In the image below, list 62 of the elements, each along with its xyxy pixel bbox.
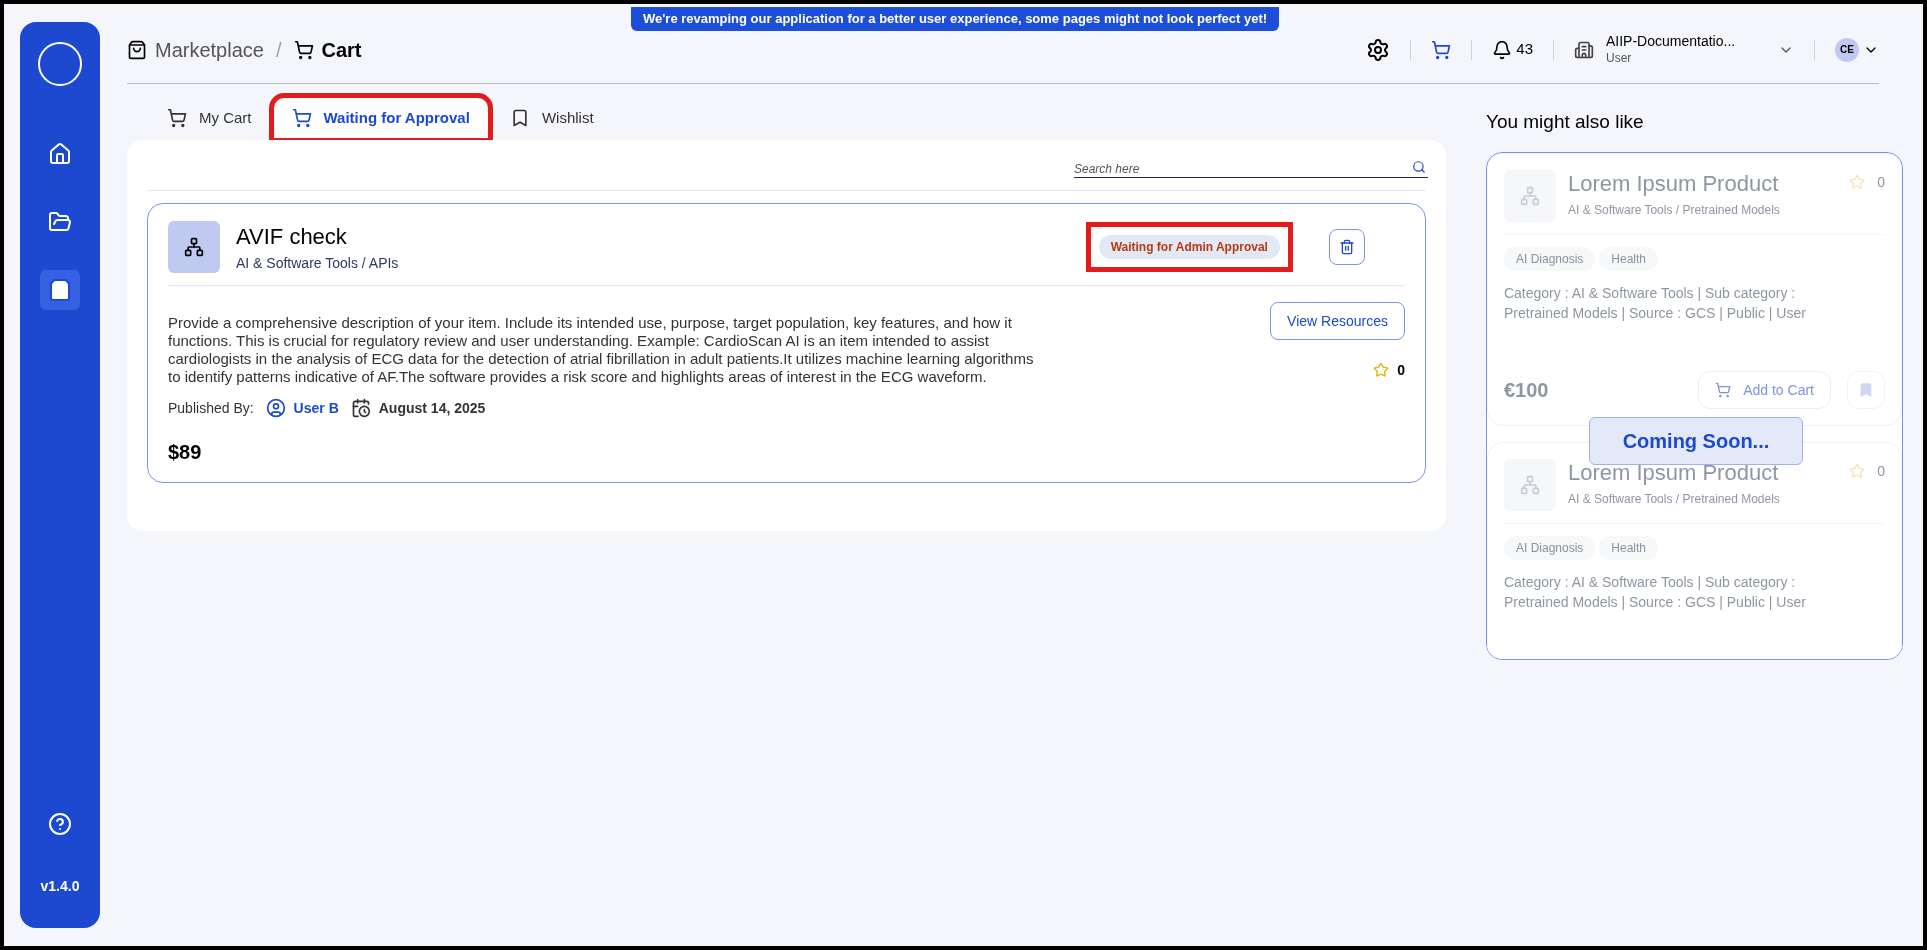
delete-button[interactable]	[1328, 228, 1365, 265]
product-meta: Category : AI & Software Tools | Sub category : Pretrained Models | Source : GCS | Public | User	[1503, 573, 1807, 612]
search-icon[interactable]	[1411, 160, 1426, 174]
trash-icon	[1338, 238, 1355, 255]
version-label: v1.4.0	[40, 877, 80, 896]
settings-icon[interactable]	[1366, 37, 1391, 62]
item-price: $89	[168, 440, 203, 465]
tag: Health	[1599, 536, 1658, 560]
product-price: €100	[1503, 378, 1550, 403]
breadcrumb-link[interactable]: Marketplace	[155, 35, 264, 64]
star-icon	[1849, 463, 1866, 479]
user-avatar[interactable]: CE	[1835, 37, 1859, 62]
cart-icon	[291, 108, 312, 128]
cart-icon[interactable]	[1431, 39, 1452, 60]
logo-icon	[38, 42, 82, 86]
item-category: AI & Software Tools / APIs	[236, 254, 400, 273]
publish-date: August 14, 2025	[378, 399, 486, 418]
organization-role: User	[1606, 50, 1633, 66]
publisher-link[interactable]: User B	[293, 398, 339, 418]
star-icon	[1373, 362, 1390, 378]
status-badge: Waiting for Admin Approval	[1098, 234, 1280, 259]
calendar-icon	[350, 398, 371, 418]
search-field[interactable]: Search here	[1073, 160, 1428, 178]
building-icon	[1574, 39, 1594, 60]
user-icon	[265, 398, 286, 418]
coming-soon-label: Coming Soon...	[1588, 417, 1803, 465]
network-icon	[1519, 475, 1540, 495]
notification-count: 43	[1516, 39, 1533, 60]
home-icon	[48, 142, 72, 166]
rating-count: 0	[1877, 462, 1885, 481]
item-title: AVIF check	[236, 223, 348, 251]
tab[interactable]: Waiting for Approval	[271, 96, 490, 140]
item-description: Provide a comprehensive description of your item. Include its intended use, purpose, target population, key features, and how it functions. This is crucial for regulatory review and user understanding. Example: CardioScan AI is an item intended to assist cardiologists in the analysis of ECG data for the detection of atrial fibrillation in adult patients.It utilizes machine learning algorithms to identify patterns indicative of AF.The software provides a risk score and highlights areas of interest in the ECG waveform.	[168, 313, 1035, 386]
network-icon	[1519, 186, 1540, 206]
product-category: AI & Software Tools / Pretrained Models	[1567, 490, 1781, 507]
section-title: You might also like	[1485, 109, 1645, 134]
published-label: Published By:	[168, 399, 254, 418]
product-category: AI & Software Tools / Pretrained Models	[1567, 201, 1781, 218]
bell-icon[interactable]	[1492, 39, 1513, 60]
tag: AI Diagnosis	[1503, 536, 1596, 560]
tag: AI Diagnosis	[1503, 247, 1596, 271]
tag: Health	[1599, 247, 1658, 271]
nav-item[interactable]	[40, 270, 80, 310]
cart-icon	[1715, 382, 1732, 398]
cart-icon	[293, 39, 314, 60]
organization-name: AIIP-Documentatio...	[1606, 33, 1737, 51]
star-icon	[1849, 174, 1866, 190]
tab[interactable]: Wishlist	[489, 96, 614, 140]
network-icon	[184, 236, 204, 257]
bookmark-icon	[1858, 382, 1874, 398]
tab[interactable]: My Cart	[147, 96, 272, 140]
product-meta: Category : AI & Software Tools | Sub category : Pretrained Models | Source : GCS | Public | User	[1503, 284, 1807, 323]
folder-icon	[48, 210, 72, 234]
rating-count: 0	[1397, 361, 1405, 380]
rating-count: 0	[1877, 173, 1885, 192]
product-title: Lorem Ipsum Product	[1567, 170, 1780, 198]
breadcrumb-link[interactable]: Cart	[321, 35, 362, 64]
announcement-banner: We're revamping our application for a better user experience, some pages might not look perfect yet!	[631, 7, 1280, 31]
help-icon[interactable]	[48, 812, 72, 836]
cart-icon	[167, 108, 187, 128]
view-resources-button[interactable]: View Resources	[1270, 302, 1405, 340]
breadcrumb-separator: /	[275, 37, 282, 63]
